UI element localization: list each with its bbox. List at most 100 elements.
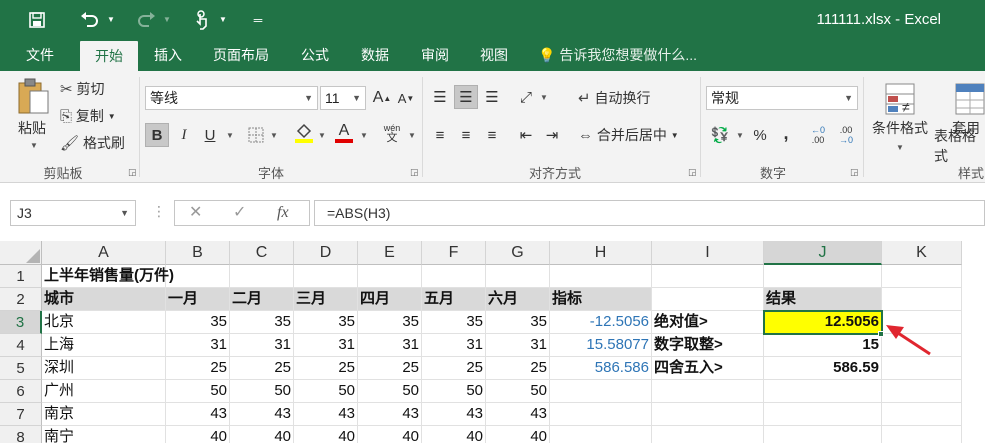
phonetic-button[interactable]: wén 文 xyxy=(380,121,404,145)
cell-a6[interactable]: 广州 xyxy=(42,380,166,403)
cell-g7[interactable]: 43 xyxy=(486,403,550,426)
touch-dropdown-icon[interactable]: ▼ xyxy=(216,0,230,39)
cell-c7[interactable]: 43 xyxy=(230,403,294,426)
row-header-7[interactable]: 7 xyxy=(0,403,42,426)
conditional-dropdown-icon[interactable]: ▼ xyxy=(896,143,904,152)
cell-d6[interactable]: 50 xyxy=(294,380,358,403)
cell-e5[interactable]: 25 xyxy=(358,357,422,380)
paste-label[interactable]: 粘贴 xyxy=(12,119,52,137)
cell-e7[interactable]: 43 xyxy=(358,403,422,426)
cell-h7[interactable] xyxy=(550,403,652,426)
tab-page-layout[interactable]: 页面布局 xyxy=(201,39,281,71)
row-header-6[interactable]: 6 xyxy=(0,380,42,403)
cell-c8[interactable]: 40 xyxy=(230,426,294,443)
decrease-indent-icon[interactable]: ⇤ xyxy=(514,123,538,147)
merge-center-button[interactable]: ⇔ 合并后居中 ▼ xyxy=(578,123,679,147)
cell-a5[interactable]: 深圳 xyxy=(42,357,166,380)
cell-i8[interactable] xyxy=(652,426,764,443)
underline-button[interactable]: U xyxy=(198,123,222,147)
cell-d4[interactable]: 31 xyxy=(294,334,358,357)
column-header-i[interactable]: I xyxy=(652,241,764,265)
number-format-select[interactable]: 常规 ▼ xyxy=(706,86,858,110)
cell-c1[interactable] xyxy=(230,265,294,288)
cell-g3[interactable]: 35 xyxy=(486,311,550,334)
cell-a8[interactable]: 南宁 xyxy=(42,426,166,443)
cell-d5[interactable]: 25 xyxy=(294,357,358,380)
tell-me-box[interactable]: 💡 告诉我您想要做什么... xyxy=(538,39,697,71)
cell-k7[interactable] xyxy=(882,403,962,426)
format-as-table-icon[interactable] xyxy=(950,79,985,119)
cell-h5[interactable]: 586.586 xyxy=(550,357,652,380)
cell-d8[interactable]: 40 xyxy=(294,426,358,443)
cell-j5[interactable]: 586.59 xyxy=(764,357,882,380)
undo-icon[interactable] xyxy=(76,0,104,39)
conditional-format-label[interactable]: 条件格式 xyxy=(868,119,932,137)
cell-a2[interactable]: 城市 xyxy=(42,288,166,311)
comma-button[interactable]: , xyxy=(774,121,798,145)
align-bottom-icon[interactable]: ☰ xyxy=(480,85,504,109)
percent-button[interactable]: % xyxy=(748,123,772,147)
cell-f7[interactable]: 43 xyxy=(422,403,486,426)
format-painter-button[interactable]: 🖌 格式刷 xyxy=(60,133,125,153)
cell-k8[interactable] xyxy=(882,426,962,443)
cell-g5[interactable]: 25 xyxy=(486,357,550,380)
borders-button[interactable] xyxy=(244,123,268,147)
cancel-icon[interactable]: ✕ xyxy=(189,201,202,225)
cell-i4[interactable]: 数字取整> xyxy=(652,334,764,357)
cell-k6[interactable] xyxy=(882,380,962,403)
tab-insert[interactable]: 插入 xyxy=(143,39,193,71)
row-header-3[interactable]: 3 xyxy=(0,311,42,334)
paste-dropdown-icon[interactable]: ▼ xyxy=(30,141,38,150)
cell-b3[interactable]: 35 xyxy=(166,311,230,334)
cell-h4[interactable]: 15.58077 xyxy=(550,334,652,357)
cell-d1[interactable] xyxy=(294,265,358,288)
currency-icon[interactable]: 💱 xyxy=(708,123,732,147)
orientation-dropdown-icon[interactable]: ▼ xyxy=(540,93,548,102)
cell-e3[interactable]: 35 xyxy=(358,311,422,334)
cell-h6[interactable] xyxy=(550,380,652,403)
cell-c6[interactable]: 50 xyxy=(230,380,294,403)
enter-icon[interactable]: ✓ xyxy=(233,201,246,225)
save-icon[interactable] xyxy=(22,0,52,39)
phonetic-dropdown-icon[interactable]: ▼ xyxy=(408,131,416,140)
resize-handle-icon[interactable]: ⋮ xyxy=(152,203,166,220)
cell-a3[interactable]: 北京 xyxy=(42,311,166,334)
cell-j1[interactable] xyxy=(764,265,882,288)
cell-e8[interactable]: 40 xyxy=(358,426,422,443)
cell-j7[interactable] xyxy=(764,403,882,426)
cell-i1[interactable] xyxy=(652,265,764,288)
font-color-dropdown-icon[interactable]: ▼ xyxy=(360,131,368,140)
cell-c3[interactable]: 35 xyxy=(230,311,294,334)
column-header-e[interactable]: E xyxy=(358,241,422,265)
cell-b5[interactable]: 25 xyxy=(166,357,230,380)
tab-data[interactable]: 数据 xyxy=(349,39,401,71)
fill-color-dropdown-icon[interactable]: ▼ xyxy=(318,131,326,140)
cell-a4[interactable]: 上海 xyxy=(42,334,166,357)
cell-j8[interactable] xyxy=(764,426,882,443)
cell-c2[interactable]: 二月 xyxy=(230,288,294,311)
wrap-text-button[interactable]: ↵ 自动换行 xyxy=(578,86,650,110)
tab-view[interactable]: 视图 xyxy=(469,39,519,71)
cell-e4[interactable]: 31 xyxy=(358,334,422,357)
cell-c4[interactable]: 31 xyxy=(230,334,294,357)
cell-b1[interactable] xyxy=(166,265,230,288)
cell-b2[interactable]: 一月 xyxy=(166,288,230,311)
cell-e6[interactable]: 50 xyxy=(358,380,422,403)
cell-j6[interactable] xyxy=(764,380,882,403)
column-header-f[interactable]: F xyxy=(422,241,486,265)
cell-d7[interactable]: 43 xyxy=(294,403,358,426)
cell-f4[interactable]: 31 xyxy=(422,334,486,357)
cell-f3[interactable]: 35 xyxy=(422,311,486,334)
cut-button[interactable]: ✂ 剪切 xyxy=(60,79,104,99)
alignment-launcher-icon[interactable]: ◲ xyxy=(688,167,698,177)
cell-j2[interactable]: 结果 xyxy=(764,288,882,311)
copy-dropdown-icon[interactable]: ▼ xyxy=(108,112,116,121)
font-name-select[interactable]: 等线 ▼ xyxy=(145,86,318,110)
cell-e1[interactable] xyxy=(358,265,422,288)
cell-a1[interactable]: 上半年销售量(万件) xyxy=(42,265,174,288)
select-all-corner[interactable] xyxy=(0,241,42,265)
paste-icon[interactable] xyxy=(14,77,54,117)
cell-k4[interactable] xyxy=(882,334,962,357)
row-header-8[interactable]: 8 xyxy=(0,426,42,443)
row-header-5[interactable]: 5 xyxy=(0,357,42,380)
